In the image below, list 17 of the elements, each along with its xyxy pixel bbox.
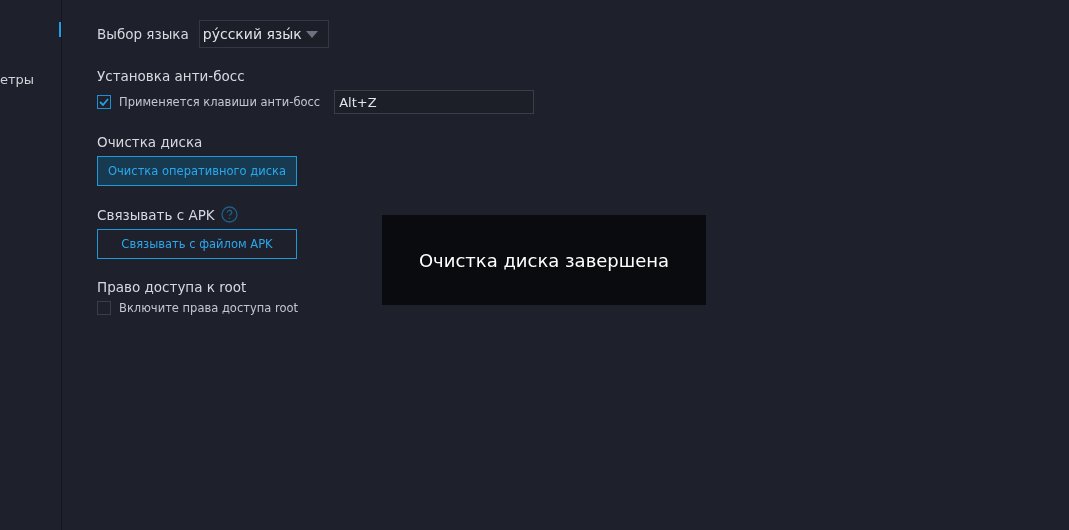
setting-title: Связывать с APK [97,206,215,223]
hotkey-field[interactable]: Alt+Z [334,90,535,114]
setting-title: Выбор языка [97,26,189,42]
action-button[interactable]: Связывать с файлом APK [97,229,297,259]
checkbox[interactable] [97,301,111,315]
language-select[interactable]: ру́сский язы́к [198,20,329,48]
setting-title: Очистка диска [97,134,203,150]
action-button[interactable]: Очистка оперативного диска [97,156,297,186]
checkbox[interactable] [97,95,111,109]
checkbox-label: Включите права доступа root [119,301,298,315]
help-icon[interactable] [220,206,238,223]
dropdown-caret-icon [305,30,318,38]
setting-title: Установка анти-босс [97,68,246,84]
sidebar-item[interactable]: етры [0,72,35,87]
checkbox-label: Применяется клавиши анти-босс [119,95,321,109]
setting-title: Право доступа к root [97,279,248,295]
toast-message: Очистка диска завершена [382,215,706,305]
